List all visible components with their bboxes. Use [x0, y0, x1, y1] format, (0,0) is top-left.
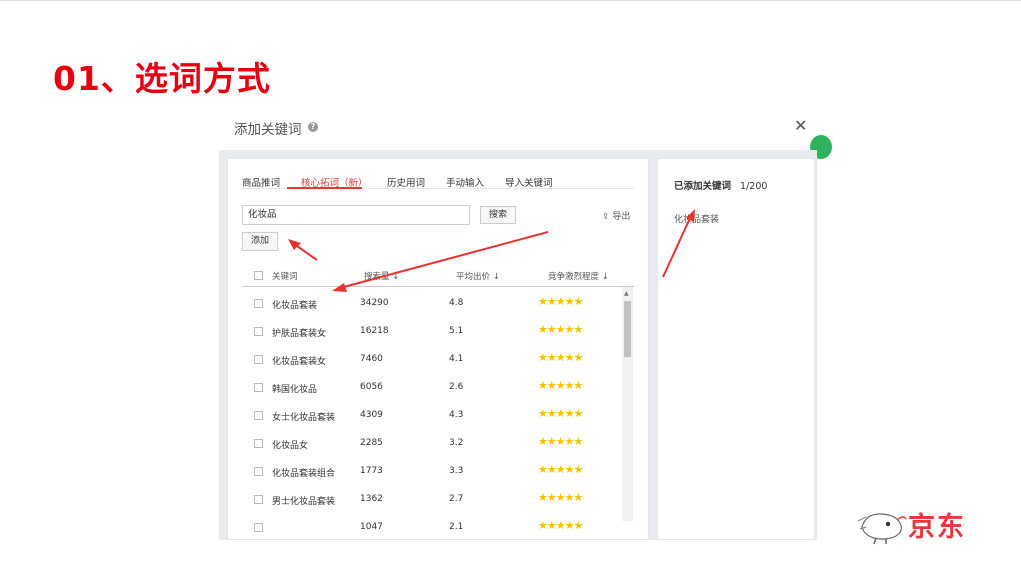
table-row[interactable]: 1047 2.1 ★★★★★ — [242, 513, 622, 539]
tab-manual-input[interactable]: 手动输入 — [446, 175, 484, 189]
search-button[interactable]: 搜索 — [480, 206, 516, 224]
row-checkbox[interactable] — [254, 495, 263, 504]
table-row[interactable]: 化妆品套装 34290 4.8 ★★★★★ — [242, 289, 622, 317]
competition-stars: ★★★★★ — [538, 323, 583, 336]
row-volume: 1047 — [360, 522, 383, 532]
row-keyword: 化妆品套装组合 — [272, 469, 336, 479]
dialog-title: 添加关键词 — [234, 122, 302, 138]
table-row[interactable]: 化妆品套装组合 1773 3.3 ★★★★★ — [242, 457, 622, 485]
dialog-body: 商品推词 核心拓词（新） 历史用词 手动输入 导入关键词 化妆品 搜索 ⇪ 导出… — [219, 150, 817, 540]
competition-stars: ★★★★★ — [538, 407, 583, 420]
row-bid: 4.1 — [449, 354, 464, 364]
col-search-volume[interactable]: 搜索量 ↓ — [364, 270, 399, 282]
row-checkbox[interactable] — [254, 355, 263, 364]
competition-stars: ★★★★★ — [538, 379, 583, 392]
row-bid: 3.3 — [449, 466, 464, 476]
export-icon: ⇪ — [602, 212, 610, 222]
competition-stars: ★★★★★ — [538, 435, 583, 448]
top-divider — [0, 0, 1021, 1]
row-volume: 1362 — [360, 494, 383, 504]
col-avg-bid[interactable]: 平均出价 ↓ — [456, 270, 500, 282]
table-row[interactable]: 化妆品套装女 7460 4.1 ★★★★★ — [242, 345, 622, 373]
jd-logo: 京东 — [856, 505, 976, 545]
export-button[interactable]: ⇪ 导出 — [602, 209, 630, 222]
tab-import[interactable]: 导入关键词 — [505, 175, 553, 189]
dialog-header: 添加关键词 ? ✕ — [234, 116, 812, 140]
scroll-up-icon[interactable]: ▲ — [624, 290, 629, 297]
table-row[interactable]: 女士化妆品套装 4309 4.3 ★★★★★ — [242, 401, 622, 429]
row-keyword: 韩国化妆品 — [272, 385, 318, 395]
row-checkbox[interactable] — [254, 383, 263, 392]
added-keywords-label: 已添加关键词 — [674, 181, 732, 192]
row-bid: 2.6 — [449, 382, 464, 392]
jd-mascot-icon — [857, 513, 907, 545]
slide-title: 01、选词方式 — [53, 59, 271, 98]
added-keywords-panel: 已添加关键词 1/200 化妆品套装 — [657, 158, 815, 540]
active-tab-indicator — [287, 187, 362, 189]
row-bid: 5.1 — [449, 326, 464, 336]
row-volume: 34290 — [360, 298, 389, 308]
row-bid: 2.7 — [449, 494, 464, 504]
export-label: 导出 — [612, 212, 631, 222]
tab-bar: 商品推词 核心拓词（新） 历史用词 手动输入 导入关键词 — [242, 167, 634, 189]
table-header: 关键词 搜索量 ↓ 平均出价 ↓ 竞争激烈程度 ↓ — [242, 263, 634, 287]
search-input[interactable]: 化妆品 — [242, 205, 470, 225]
competition-stars: ★★★★★ — [538, 351, 583, 364]
row-bid: 4.8 — [449, 298, 464, 308]
row-checkbox[interactable] — [254, 467, 263, 476]
row-volume: 1773 — [360, 466, 383, 476]
added-keywords-count: 1/200 — [740, 181, 768, 192]
row-volume: 7460 — [360, 354, 383, 364]
table-body: 化妆品套装 34290 4.8 ★★★★★ 护肤品套装女 16218 5.1 ★… — [242, 289, 634, 539]
help-icon[interactable]: ? — [308, 122, 318, 132]
row-checkbox[interactable] — [254, 523, 263, 532]
row-volume: 2285 — [360, 438, 383, 448]
row-keyword: 男士化妆品套装 — [272, 497, 336, 507]
row-volume: 6056 — [360, 382, 383, 392]
row-checkbox[interactable] — [254, 411, 263, 420]
row-bid: 2.1 — [449, 522, 464, 532]
row-keyword: 化妆品套装女 — [272, 357, 327, 367]
jd-logo-text: 京东 — [908, 512, 966, 543]
added-keywords-header: 已添加关键词 1/200 — [674, 178, 767, 192]
row-volume: 16218 — [360, 326, 389, 336]
table-row[interactable]: 男士化妆品套装 1362 2.7 ★★★★★ — [242, 485, 622, 513]
row-keyword: 化妆品套装 — [272, 301, 318, 311]
col-competition[interactable]: 竞争激烈程度 ↓ — [548, 270, 609, 282]
table-row[interactable]: 化妆品女 2285 3.2 ★★★★★ — [242, 429, 622, 457]
select-all-checkbox[interactable] — [254, 271, 263, 280]
competition-stars: ★★★★★ — [538, 295, 583, 308]
competition-stars: ★★★★★ — [538, 519, 583, 532]
row-keyword: 化妆品女 — [272, 441, 309, 451]
keyword-search-panel: 商品推词 核心拓词（新） 历史用词 手动输入 导入关键词 化妆品 搜索 ⇪ 导出… — [227, 158, 649, 540]
row-checkbox[interactable] — [254, 327, 263, 336]
row-checkbox[interactable] — [254, 439, 263, 448]
col-keyword: 关键词 — [272, 272, 298, 282]
table-row[interactable]: 韩国化妆品 6056 2.6 ★★★★★ — [242, 373, 622, 401]
close-icon[interactable]: ✕ — [794, 116, 807, 135]
tab-product-recommend[interactable]: 商品推词 — [242, 175, 280, 189]
row-keyword: 女士化妆品套装 — [272, 413, 336, 423]
row-checkbox[interactable] — [254, 299, 263, 308]
tab-history[interactable]: 历史用词 — [387, 175, 425, 189]
competition-stars: ★★★★★ — [538, 491, 583, 504]
row-keyword: 护肤品套装女 — [272, 329, 327, 339]
add-button[interactable]: 添加 — [242, 232, 278, 251]
row-bid: 3.2 — [449, 438, 464, 448]
row-bid: 4.3 — [449, 410, 464, 420]
competition-stars: ★★★★★ — [538, 463, 583, 476]
table-row[interactable]: 护肤品套装女 16218 5.1 ★★★★★ — [242, 317, 622, 345]
scroll-thumb[interactable] — [624, 301, 631, 357]
added-keyword-item[interactable]: 化妆品套装 — [674, 212, 719, 225]
table-scrollbar[interactable]: ▲ — [622, 287, 633, 521]
row-volume: 4309 — [360, 410, 383, 420]
